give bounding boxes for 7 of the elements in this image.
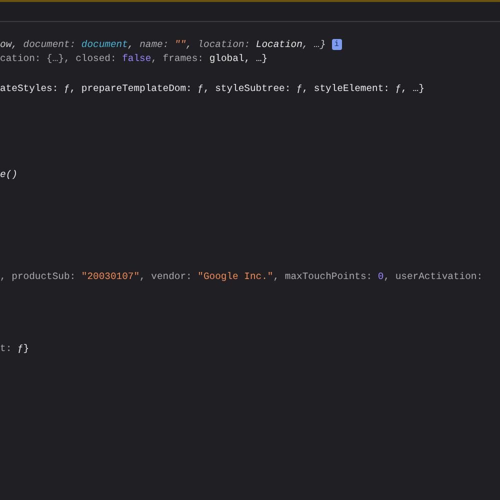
console-line: t: ƒ} bbox=[0, 342, 30, 356]
console-line: cation: {…}, closed: false, frames: global, …} bbox=[0, 52, 268, 66]
console-line: ow, document: document, name: "", location: Location, …} i bbox=[0, 37, 500, 52]
console-line: ateStyles: ƒ, prepareTemplateDom: ƒ, styleSubtree: ƒ, styleElement: ƒ, …} bbox=[0, 82, 426, 96]
console-line: , productSub: "20030107", vendor: "Google Inc.", maxTouchPoints: 0, userActivation: bbox=[0, 270, 484, 284]
info-badge[interactable]: i bbox=[332, 38, 342, 50]
console-line: e() bbox=[0, 168, 18, 182]
